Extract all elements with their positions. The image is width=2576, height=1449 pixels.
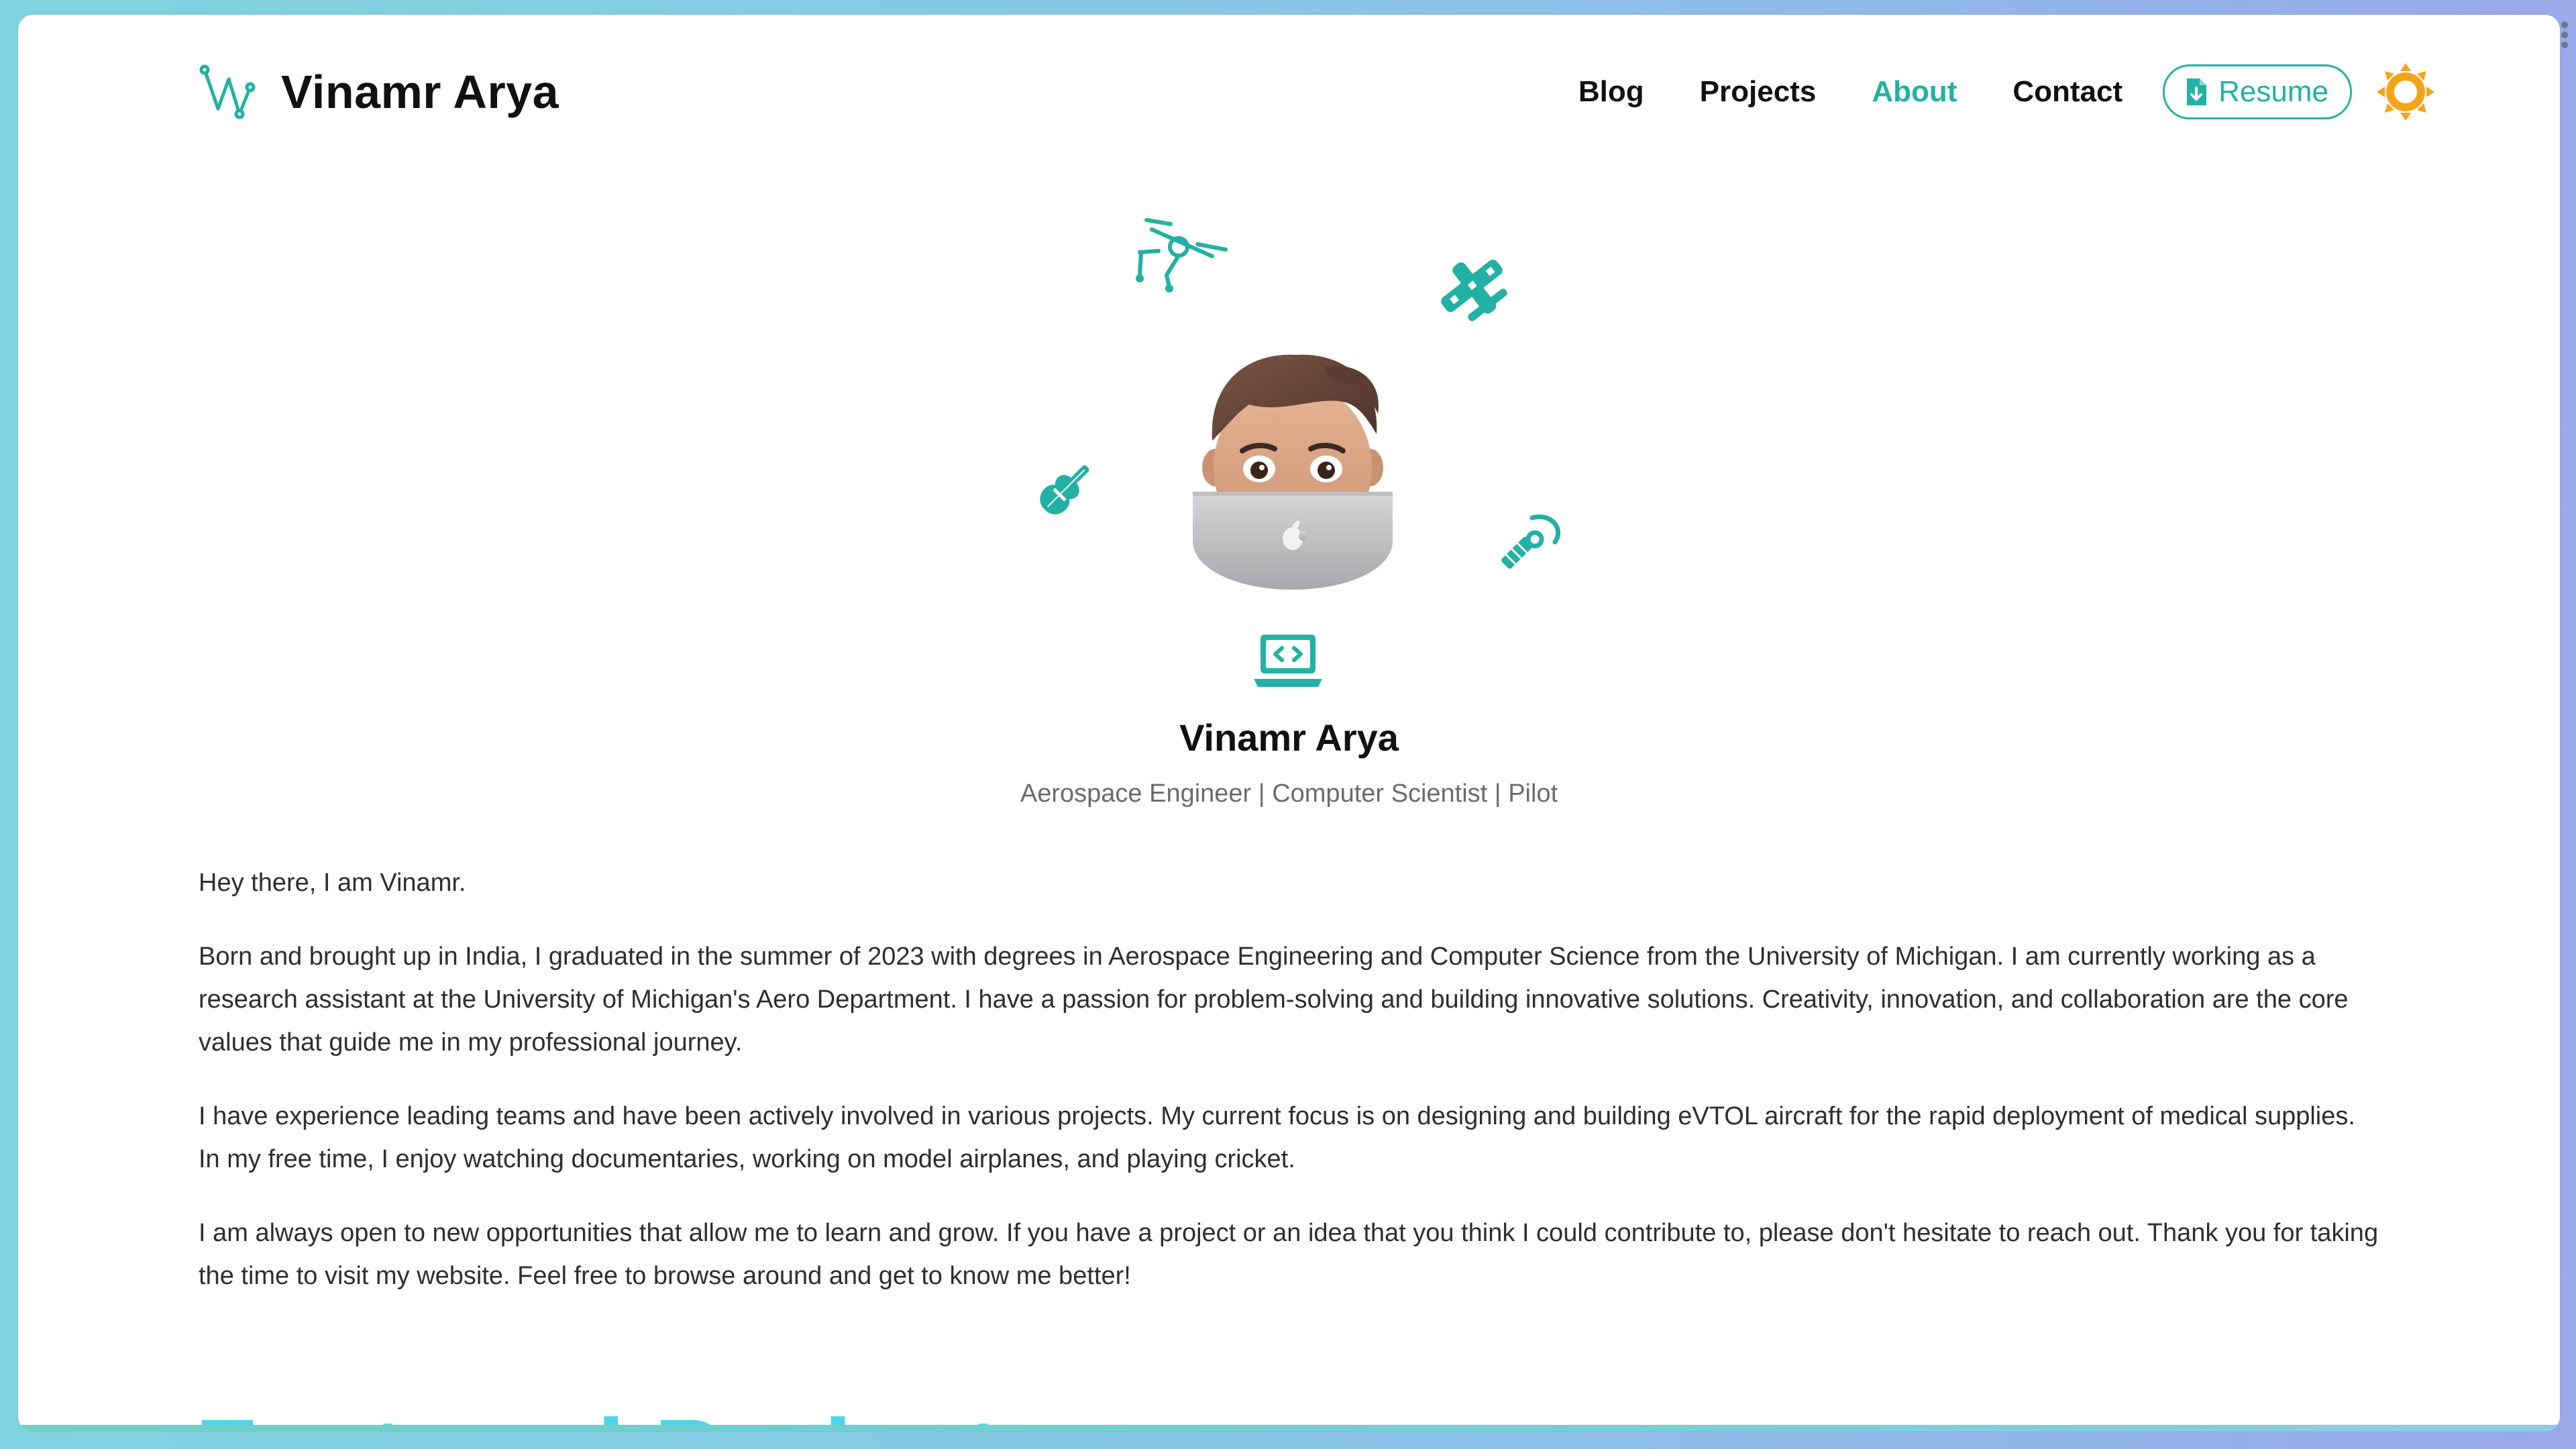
about-paragraph: I am always open to new opportunities th… [199, 1219, 2379, 1290]
brand-name: Vinamr Arya [281, 66, 559, 118]
main-nav: Blog Projects About Contact Resume [1523, 48, 2352, 136]
sun-icon[interactable] [2375, 62, 2436, 122]
about-paragraph: Hey there, I am Vinamr. [199, 869, 466, 897]
window-bottom-edge [18, 1425, 2560, 1432]
resume-button[interactable]: Resume [2163, 64, 2352, 119]
hero-tagline: Aerospace Engineer | Computer Scientist … [1020, 780, 1558, 808]
laptop-code-icon [1254, 635, 1322, 687]
about-paragraph: I have experience leading teams and have… [199, 1102, 2355, 1173]
about-section: Hey there, I am Vinamr. Born and brought… [199, 861, 2379, 1328]
hero-name: Vinamr Arya [1179, 716, 1399, 759]
hero-section: Vinamr Arya Aerospace Engineer | Compute… [18, 196, 2560, 833]
brand[interactable]: Vinamr Arya [198, 48, 559, 136]
nav-blog[interactable]: Blog [1578, 75, 1644, 109]
browser-window: Vinamr Arya Blog Projects About Contact … [18, 15, 2560, 1432]
airplane-icon [1441, 260, 1507, 321]
drone-icon [1136, 218, 1228, 292]
window-resize-handle[interactable] [2560, 21, 2569, 48]
nav-contact[interactable]: Contact [2012, 75, 2123, 109]
resume-label: Resume [2218, 75, 2328, 108]
memoji-avatar [1193, 354, 1393, 590]
satellite-icon [1501, 515, 1561, 569]
nav-projects[interactable]: Projects [1700, 75, 1817, 109]
brand-logo-icon [199, 64, 256, 119]
site-header: Vinamr Arya Blog Projects About Contact … [18, 15, 2560, 169]
about-paragraph: Born and brought up in India, I graduate… [199, 943, 2349, 1057]
file-download-icon [2187, 78, 2207, 105]
violin-icon [1040, 465, 1089, 515]
nav-about[interactable]: About [1872, 75, 1957, 109]
